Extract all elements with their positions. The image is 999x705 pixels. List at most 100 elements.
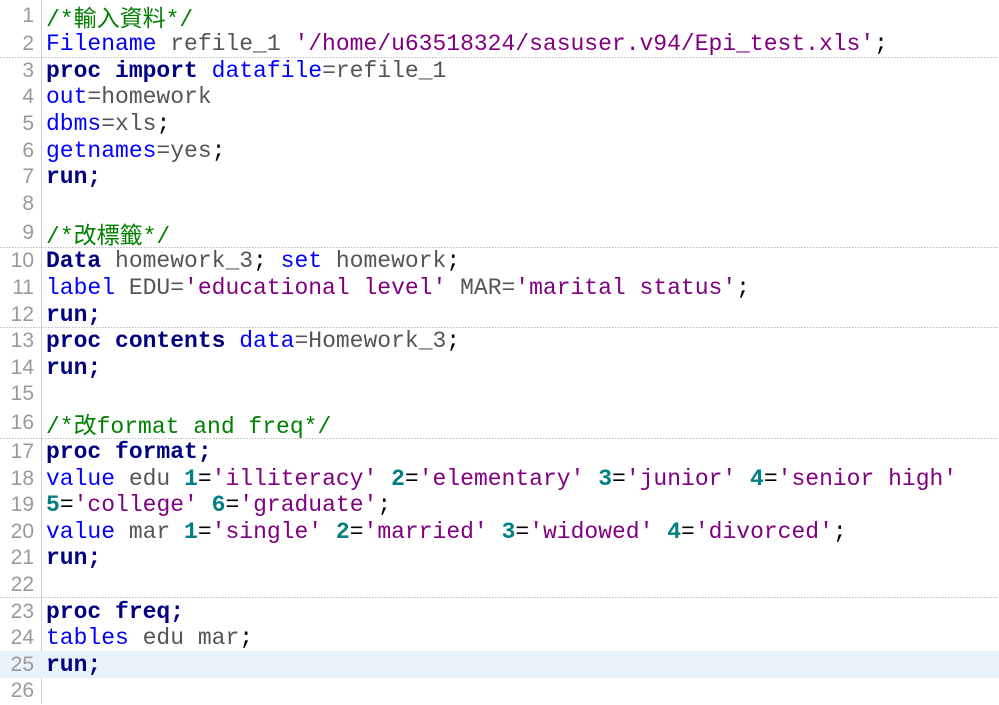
code-line[interactable]: 4 out=homework — [0, 84, 999, 111]
line-code[interactable]: /*輸入資料*/ — [42, 0, 193, 33]
keyword-token: run; — [46, 164, 102, 191]
code-line[interactable]: 26 — [0, 678, 999, 705]
identifier-token: EDU= — [115, 275, 185, 302]
code-line[interactable]: 13 proc contents data=Homework_3; — [0, 328, 999, 355]
line-number: 25 — [10, 652, 34, 676]
keyword-token: proc contents — [46, 328, 226, 355]
punctuation-token: ; — [874, 31, 888, 58]
statement-keyword-token: value — [46, 518, 116, 545]
punctuation-token: = — [59, 492, 74, 519]
identifier-token: mar — [115, 518, 185, 545]
code-editor[interactable]: 1 /*輸入資料*/ 2 Filename refile_1 '/home/u6351… — [0, 0, 999, 704]
identifier-token: homework_3 — [101, 248, 254, 275]
line-number: 24 — [10, 626, 34, 650]
code-line[interactable]: 24 tables edu mar; — [0, 625, 999, 652]
code-line[interactable]: 7 run; — [0, 164, 999, 191]
line-code[interactable]: getnames=yes; — [42, 138, 225, 164]
code-line[interactable]: 21 run; — [0, 545, 999, 572]
line-code[interactable]: Filename refile_1 '/home/u63518324/sasus… — [42, 31, 888, 57]
line-number: 15 — [10, 382, 34, 406]
code-line[interactable]: 6 getnames=yes; — [0, 137, 999, 164]
code-line[interactable]: 17 proc format; — [0, 439, 999, 466]
line-code[interactable]: run; — [42, 545, 101, 571]
code-line[interactable]: 22 — [0, 571, 999, 599]
keyword-token: run; — [46, 545, 102, 572]
line-code[interactable]: proc freq; — [42, 599, 184, 625]
statement-keyword-token: dbms — [46, 111, 102, 138]
number-literal-token: 1 — [184, 465, 198, 492]
line-code[interactable]: run; — [42, 164, 101, 190]
identifier-token: homework — [322, 248, 447, 275]
code-line[interactable]: 19 5='college' 6='graduate'; — [0, 492, 999, 519]
punctuation-token: ; — [156, 111, 171, 138]
line-number: 5 — [22, 112, 34, 136]
code-line[interactable]: 9 /*改標籤*/ — [0, 216, 999, 250]
line-code[interactable]: label EDU='educational level' MAR='marit… — [42, 275, 750, 301]
line-number: 9 — [22, 220, 34, 244]
code-line[interactable]: 3 proc import datafile=refile_1 — [0, 58, 999, 85]
punctuation-token: = — [763, 465, 778, 492]
punctuation-token: ; — [377, 492, 392, 519]
identifier-token: =refile_1 — [322, 57, 447, 84]
line-code[interactable]: proc contents data=Homework_3; — [42, 328, 460, 354]
code-line[interactable]: 5 dbms=xls; — [0, 111, 999, 138]
punctuation-token: = — [515, 518, 530, 545]
code-line[interactable]: 2 Filename refile_1 '/home/u63518324/sasu… — [0, 31, 999, 58]
number-literal-token: 2 — [391, 465, 405, 492]
line-number: 1 — [22, 3, 34, 27]
code-line[interactable]: 8 — [0, 191, 999, 218]
line-code[interactable]: run; — [42, 355, 101, 381]
number-literal-token: 5 — [46, 492, 60, 519]
code-line[interactable]: 12 run; — [0, 301, 999, 328]
number-literal-token: 4 — [667, 518, 682, 545]
line-number: 19 — [10, 493, 34, 517]
punctuation-token: ; — [446, 248, 461, 275]
code-line[interactable]: 14 run; — [0, 355, 999, 382]
statement-keyword-token: value — [46, 465, 116, 492]
string-literal-token: 'senior high' — [777, 465, 958, 492]
line-code[interactable]: /*改format and freq*/ — [42, 406, 331, 440]
code-line[interactable]: 25 run; — [0, 651, 999, 679]
number-literal-token: 3 — [598, 465, 612, 492]
line-number: 3 — [22, 58, 34, 82]
identifier-token: edu — [115, 465, 185, 492]
line-code[interactable]: dbms=xls; — [42, 111, 170, 137]
line-code[interactable]: out=homework — [42, 84, 212, 110]
punctuation-token: = — [404, 465, 419, 492]
string-literal-token: 'educational level' — [184, 275, 447, 302]
line-number: 14 — [10, 355, 34, 379]
code-line[interactable]: 16 /*改format and freq*/ — [0, 406, 999, 440]
line-code[interactable]: proc format; — [42, 439, 212, 465]
statement-keyword-token: Filename — [46, 31, 157, 58]
code-lines[interactable]: 1 /*輸入資料*/ 2 Filename refile_1 '/home/u6351… — [0, 0, 999, 705]
number-literal-token: 4 — [750, 465, 764, 492]
code-line[interactable]: 20 value mar 1='single' 2='married' 3='wi… — [0, 519, 999, 546]
identifier-token — [736, 466, 750, 492]
statement-keyword-token: label — [46, 275, 116, 302]
statement-keyword-token: tables — [46, 625, 129, 652]
line-code[interactable]: value mar 1='single' 2='married' 3='wido… — [42, 519, 847, 545]
punctuation-token: ; — [736, 275, 750, 302]
keyword-token: proc freq; — [46, 598, 185, 625]
line-code[interactable]: run; — [42, 302, 101, 328]
keyword-token: run; — [46, 651, 102, 678]
line-code[interactable]: Data homework_3; set homework; — [42, 248, 460, 274]
identifier-token: =xls — [101, 111, 157, 138]
code-line[interactable]: 10 Data homework_3; set homework; — [0, 248, 999, 275]
keyword-token: proc import — [46, 57, 198, 84]
code-line[interactable]: 15 — [0, 381, 999, 408]
code-line[interactable]: 18 value edu 1='illiteracy' 2='elementary… — [0, 465, 999, 492]
line-code[interactable]: tables edu mar; — [42, 625, 253, 651]
line-code[interactable]: proc import datafile=refile_1 — [42, 58, 446, 84]
line-number: 4 — [22, 85, 34, 109]
line-code[interactable]: run; — [42, 652, 101, 678]
line-code[interactable]: value edu 1='illiteracy' 2='elementary' … — [42, 466, 957, 492]
code-line[interactable]: 11 label EDU='educational level' MAR='mar… — [0, 275, 999, 302]
punctuation-token: = — [225, 492, 240, 519]
code-line[interactable]: 23 proc freq; — [0, 598, 999, 625]
line-code[interactable]: /*改標籤*/ — [42, 216, 170, 250]
line-code[interactable]: 5='college' 6='graduate'; — [42, 492, 391, 518]
identifier-token: edu mar — [128, 625, 240, 652]
code-line[interactable]: 1 /*輸入資料*/ — [0, 0, 999, 33]
string-literal-token: 'marital status' — [515, 275, 737, 302]
